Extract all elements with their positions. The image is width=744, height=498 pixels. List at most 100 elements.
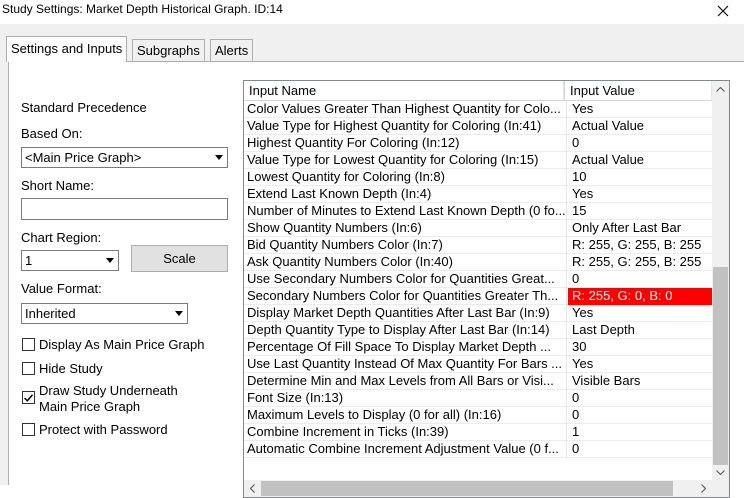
table-row[interactable]: Bid Quantity Numbers Color (In:7) R: 255,… bbox=[244, 237, 712, 254]
input-value-cell[interactable]: R: 255, G: 255, B: 255 bbox=[568, 254, 712, 271]
input-value-cell[interactable]: Yes bbox=[568, 101, 712, 118]
table-row[interactable]: Secondary Numbers Color for Quantities G… bbox=[244, 288, 712, 305]
scale-button-label: Scale bbox=[163, 251, 196, 266]
based-on-select[interactable]: <Main Price Graph> bbox=[21, 147, 228, 168]
table-row[interactable]: Display Market Depth Quantities After La… bbox=[244, 305, 712, 322]
chevron-down-icon bbox=[210, 149, 226, 166]
based-on-label: Based On: bbox=[21, 126, 83, 141]
input-name-cell: Use Last Quantity Instead Of Max Quantit… bbox=[244, 356, 567, 373]
table-row[interactable]: Value Type for Lowest Quantity for Color… bbox=[244, 152, 712, 169]
input-value-cell[interactable]: 0 bbox=[568, 441, 712, 458]
table-row[interactable]: Value Type for Highest Quantity for Colo… bbox=[244, 118, 712, 135]
input-name-cell: Determine Min and Max Levels from All Ba… bbox=[244, 373, 567, 390]
table-row[interactable]: Font Size (In:13) 0 bbox=[244, 390, 712, 407]
tab-alerts[interactable]: Alerts bbox=[210, 39, 254, 61]
table-row[interactable]: Depth Quantity Type to Display After Las… bbox=[244, 322, 712, 339]
input-name-cell: Color Values Greater Than Highest Quanti… bbox=[244, 101, 567, 118]
draw-study-underneath-label-line1: Draw Study Underneath bbox=[39, 383, 178, 398]
column-header-input-value[interactable]: Input Value bbox=[564, 81, 712, 101]
input-name-cell: Automatic Combine Increment Adjustment V… bbox=[244, 441, 567, 458]
display-as-main-price-graph-checkbox[interactable] bbox=[22, 338, 35, 351]
input-name-cell: Number of Minutes to Extend Last Known D… bbox=[244, 203, 567, 220]
table-row[interactable]: Color Values Greater Than Highest Quanti… bbox=[244, 101, 712, 118]
input-value-cell[interactable]: Actual Value bbox=[568, 152, 712, 169]
short-name-label: Short Name: bbox=[21, 178, 94, 193]
input-name-cell: Maximum Levels to Display (0 for all) (I… bbox=[244, 407, 567, 424]
tab-label: Settings and Inputs bbox=[11, 41, 123, 56]
column-header-input-name[interactable]: Input Name bbox=[244, 81, 564, 101]
scroll-left-arrow-icon[interactable] bbox=[244, 480, 261, 497]
draw-study-underneath-checkbox[interactable] bbox=[22, 391, 35, 404]
input-value-cell[interactable]: 10 bbox=[568, 169, 712, 186]
table-row[interactable]: Use Last Quantity Instead Of Max Quantit… bbox=[244, 356, 712, 373]
scroll-down-arrow-icon[interactable] bbox=[712, 464, 729, 481]
horizontal-scroll-thumb[interactable] bbox=[261, 481, 673, 496]
input-name-cell: Value Type for Highest Quantity for Colo… bbox=[244, 118, 567, 135]
protect-with-password-checkbox[interactable] bbox=[22, 423, 35, 436]
vertical-scrollbar[interactable] bbox=[712, 81, 729, 481]
inputs-grid: Input Name Input Value Color Values Grea… bbox=[243, 80, 730, 498]
input-value-cell[interactable]: Actual Value bbox=[568, 118, 712, 135]
table-row[interactable]: Lowest Quantity for Coloring (In:8) 10 bbox=[244, 169, 712, 186]
table-row[interactable]: Combine Increment in Ticks (In:39) 1 bbox=[244, 424, 712, 441]
title-bar: Study Settings: Market Depth Historical … bbox=[0, 0, 744, 24]
input-value-cell[interactable]: 15 bbox=[568, 203, 712, 220]
vertical-scroll-thumb[interactable] bbox=[713, 267, 728, 465]
input-value-cell[interactable]: 1 bbox=[568, 424, 712, 441]
table-row[interactable]: Determine Min and Max Levels from All Ba… bbox=[244, 373, 712, 390]
tab-label: Alerts bbox=[215, 43, 249, 58]
input-name-cell: Percentage Of Fill Space To Display Mark… bbox=[244, 339, 567, 356]
input-name-cell: Combine Increment in Ticks (In:39) bbox=[244, 424, 567, 441]
short-name-input[interactable] bbox=[21, 198, 228, 220]
value-format-select[interactable]: Inherited bbox=[21, 303, 188, 324]
tab-settings-and-inputs[interactable]: Settings and Inputs bbox=[6, 36, 128, 62]
input-value-cell[interactable]: R: 255, G: 255, B: 255 bbox=[568, 237, 712, 254]
input-name-cell: Use Secondary Numbers Color for Quantiti… bbox=[244, 271, 567, 288]
input-value-cell[interactable]: Yes bbox=[568, 305, 712, 322]
tab-subgraphs[interactable]: Subgraphs bbox=[132, 39, 205, 61]
column-header-label: Input Value bbox=[570, 83, 635, 98]
window-title: Study Settings: Market Depth Historical … bbox=[2, 2, 283, 16]
horizontal-scrollbar[interactable] bbox=[244, 480, 712, 497]
scroll-right-arrow-icon[interactable] bbox=[695, 480, 712, 497]
chart-region-select[interactable]: 1 bbox=[21, 250, 119, 271]
close-icon bbox=[717, 5, 729, 17]
table-row[interactable]: Maximum Levels to Display (0 for all) (I… bbox=[244, 407, 712, 424]
table-row[interactable]: Ask Quantity Numbers Color (In:40) R: 255… bbox=[244, 254, 712, 271]
table-row[interactable]: Extend Last Known Depth (In:4) Yes bbox=[244, 186, 712, 203]
input-value-cell[interactable]: Visible Bars bbox=[568, 373, 712, 390]
input-name-cell: Depth Quantity Type to Display After Las… bbox=[244, 322, 567, 339]
input-value-cell[interactable]: 0 bbox=[568, 390, 712, 407]
chart-region-value: 1 bbox=[25, 253, 33, 268]
table-row[interactable]: Show Quantity Numbers (In:6) Only After L… bbox=[244, 220, 712, 237]
input-name-cell: Font Size (In:13) bbox=[244, 390, 567, 407]
table-row[interactable]: Percentage Of Fill Space To Display Mark… bbox=[244, 339, 712, 356]
chart-region-label: Chart Region: bbox=[21, 230, 102, 245]
hide-study-checkbox[interactable] bbox=[22, 362, 35, 375]
input-name-cell: Show Quantity Numbers (In:6) bbox=[244, 220, 567, 237]
input-value-cell[interactable]: Yes bbox=[568, 356, 712, 373]
input-value-cell[interactable]: 0 bbox=[568, 271, 712, 288]
input-value-cell[interactable]: R: 255, G: 0, B: 0 bbox=[568, 288, 712, 305]
table-row[interactable]: Automatic Combine Increment Adjustment V… bbox=[244, 441, 712, 458]
input-value-cell[interactable]: Yes bbox=[568, 186, 712, 203]
input-value-cell[interactable]: Only After Last Bar bbox=[568, 220, 712, 237]
input-name-cell: Ask Quantity Numbers Color (In:40) bbox=[244, 254, 567, 271]
input-value-cell[interactable]: 30 bbox=[568, 339, 712, 356]
hide-study-label: Hide Study bbox=[39, 361, 103, 376]
table-row[interactable]: Number of Minutes to Extend Last Known D… bbox=[244, 203, 712, 220]
chevron-down-icon bbox=[170, 305, 186, 322]
display-as-main-price-graph-label: Display As Main Price Graph bbox=[39, 337, 205, 352]
standard-precedence-label: Standard Precedence bbox=[21, 100, 147, 115]
input-value-cell[interactable]: 0 bbox=[568, 407, 712, 424]
input-value-cell[interactable]: Last Depth bbox=[568, 322, 712, 339]
dialog-client: Settings and Inputs Subgraphs Alerts Sta… bbox=[0, 24, 744, 498]
table-row[interactable]: Highest Quantity For Coloring (In:12) 0 bbox=[244, 135, 712, 152]
input-value-cell[interactable]: 0 bbox=[568, 135, 712, 152]
close-button[interactable] bbox=[708, 0, 738, 22]
scroll-up-arrow-icon[interactable] bbox=[712, 81, 729, 98]
value-format-value: Inherited bbox=[25, 306, 76, 321]
table-row[interactable]: Use Secondary Numbers Color for Quantiti… bbox=[244, 271, 712, 288]
scale-button[interactable]: Scale bbox=[131, 245, 228, 272]
checkmark-icon bbox=[24, 393, 33, 402]
